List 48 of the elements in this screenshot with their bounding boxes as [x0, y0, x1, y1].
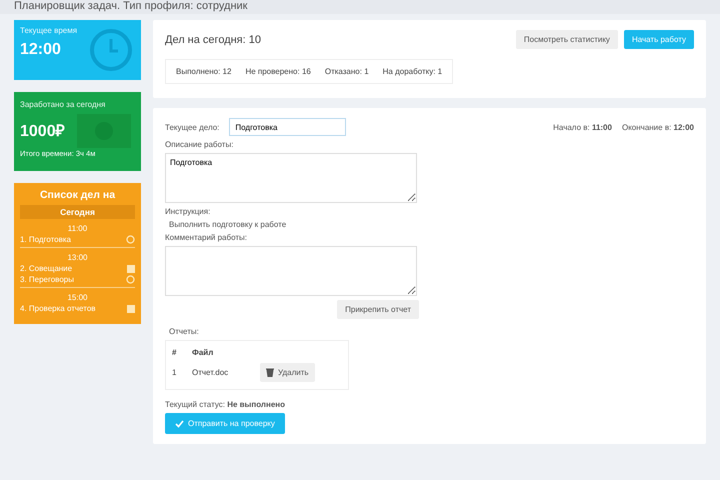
time-label: Текущее время	[20, 26, 78, 35]
comment-field[interactable]	[165, 246, 417, 296]
page-title: Планировщик задач. Тип профиля: сотрудник	[0, 0, 720, 14]
check-icon	[175, 420, 184, 428]
todo-title: Список дел на	[38, 189, 116, 201]
counter-label: Не проверено: 16	[245, 67, 311, 76]
earnings-value: 1000₽	[20, 122, 65, 141]
clock-icon	[89, 28, 133, 72]
current-task-field[interactable]: Подготовка	[229, 118, 346, 136]
circle-icon	[126, 235, 135, 244]
end-time: Окончание в: 12:00	[622, 122, 694, 132]
attach-report-button[interactable]: Прикрепить отчет	[337, 300, 419, 319]
time-value: 12:00	[20, 41, 62, 59]
comment-label: Комментарий работы:	[165, 233, 247, 242]
earnings-label: Заработано за сегодня	[20, 100, 106, 109]
tasks-count-title: Дел на сегодня: 10	[165, 34, 261, 46]
table-cell-text: Отчет.doc	[192, 368, 230, 377]
delete-button[interactable]: Удалить	[260, 363, 315, 382]
description-label: Описание работы:	[165, 140, 234, 149]
submit-button[interactable]: Отправить на проверку	[165, 413, 285, 434]
group-time: 11:00	[66, 224, 88, 233]
column-header: Файл	[192, 348, 214, 357]
current-task-label: Текущее дело:	[165, 122, 220, 132]
todo-item[interactable]: 1. Подготовка	[20, 235, 71, 244]
group-time: 13:00	[66, 253, 89, 262]
todo-item[interactable]: 3. Переговоры	[20, 275, 74, 284]
circle-icon	[126, 275, 135, 284]
reports-label: Отчеты:	[168, 327, 199, 336]
description-field[interactable]: Подготовка	[165, 153, 417, 203]
start-time: Начало в: 11:00	[553, 122, 612, 132]
status-text: Текущий статус: Не выполнено	[165, 400, 285, 409]
action-button[interactable]: Начать работу	[624, 30, 694, 49]
square-icon	[127, 304, 135, 312]
trash-icon	[266, 368, 274, 377]
column-header: #	[172, 348, 178, 357]
square-icon	[127, 264, 135, 272]
group-time: 15:00	[66, 293, 89, 302]
action-button[interactable]: Посмотреть статистику	[516, 30, 618, 49]
table-cell-text: 1	[172, 368, 178, 377]
todo-item[interactable]: 2. Совещание	[20, 264, 72, 273]
instruction-label: Инструкция:	[165, 207, 210, 216]
banknote-icon	[77, 114, 131, 148]
instruction-text: Выполнить подготовку к работе	[168, 220, 286, 229]
counter-label: На доработку: 1	[382, 67, 442, 76]
counter-label: Выполнено: 12	[176, 67, 232, 76]
day-selector[interactable]: Сегодня	[20, 205, 135, 219]
counter-label: Отказано: 1	[324, 67, 369, 76]
todo-item[interactable]: 4. Проверка отчетов	[20, 304, 96, 313]
